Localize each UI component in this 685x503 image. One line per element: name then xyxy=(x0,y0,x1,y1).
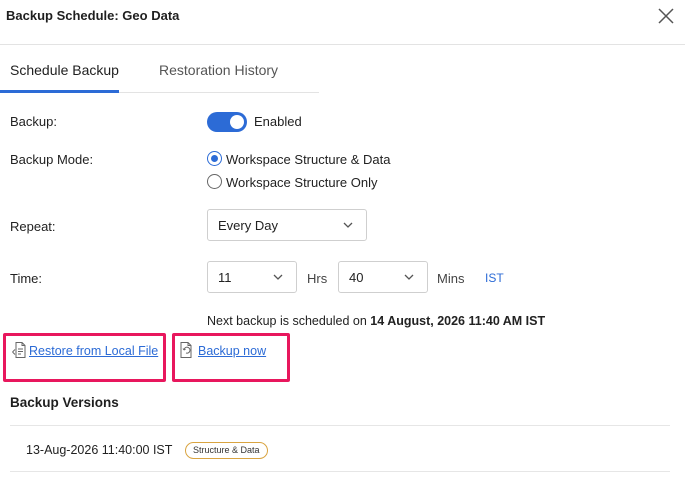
backup-now-icon[interactable] xyxy=(179,341,195,359)
radio-structure-only-label[interactable]: Workspace Structure Only xyxy=(226,175,377,190)
tab-restoration-history[interactable]: Restoration History xyxy=(159,62,278,78)
backup-label: Backup: xyxy=(10,114,57,129)
tab-schedule-backup[interactable]: Schedule Backup xyxy=(10,62,119,78)
hours-select[interactable]: 11 xyxy=(207,261,297,293)
backup-toggle[interactable] xyxy=(207,112,247,132)
version-type-badge: Structure & Data xyxy=(185,442,268,459)
backup-now-link[interactable]: Backup now xyxy=(198,344,266,358)
dialog-header: Backup Schedule: Geo Data xyxy=(0,0,685,45)
chevron-down-icon xyxy=(404,274,414,280)
version-timestamp: 13-Aug-2026 11:40:00 IST xyxy=(26,443,173,457)
toggle-knob xyxy=(230,115,244,129)
time-label: Time: xyxy=(10,271,43,286)
radio-structure-and-data-label[interactable]: Workspace Structure & Data xyxy=(226,152,391,167)
repeat-select[interactable]: Every Day xyxy=(207,209,367,241)
tab-bar: Schedule Backup Restoration History xyxy=(0,46,319,93)
backup-versions-list: 13-Aug-2026 11:40:00 IST Structure & Dat… xyxy=(10,425,670,472)
close-icon[interactable] xyxy=(656,6,676,26)
chevron-down-icon xyxy=(343,222,353,228)
minutes-select[interactable]: 40 xyxy=(338,261,428,293)
dialog-title: Backup Schedule: Geo Data xyxy=(6,8,180,23)
backup-versions-title: Backup Versions xyxy=(10,395,119,410)
radio-structure-only[interactable] xyxy=(207,174,222,189)
chevron-down-icon xyxy=(273,274,283,280)
hours-select-value: 11 xyxy=(218,270,232,285)
restore-from-local-file-link[interactable]: Restore from Local File xyxy=(29,344,158,358)
minutes-unit: Mins xyxy=(437,271,465,286)
timezone-link[interactable]: IST xyxy=(485,271,504,285)
backup-mode-label: Backup Mode: xyxy=(10,152,94,167)
repeat-label: Repeat: xyxy=(10,219,56,234)
next-backup-text: Next backup is scheduled on 14 August, 2… xyxy=(207,314,545,328)
next-backup-prefix: Next backup is scheduled on xyxy=(207,314,371,328)
backup-toggle-text: Enabled xyxy=(254,114,302,129)
radio-structure-and-data[interactable] xyxy=(207,151,222,166)
next-backup-datetime: 14 August, 2026 11:40 AM IST xyxy=(370,314,546,328)
hours-unit: Hrs xyxy=(307,271,328,286)
repeat-select-value: Every Day xyxy=(218,218,278,233)
restore-file-icon[interactable] xyxy=(11,341,27,359)
minutes-select-value: 40 xyxy=(349,270,364,285)
active-tab-indicator xyxy=(0,90,119,93)
